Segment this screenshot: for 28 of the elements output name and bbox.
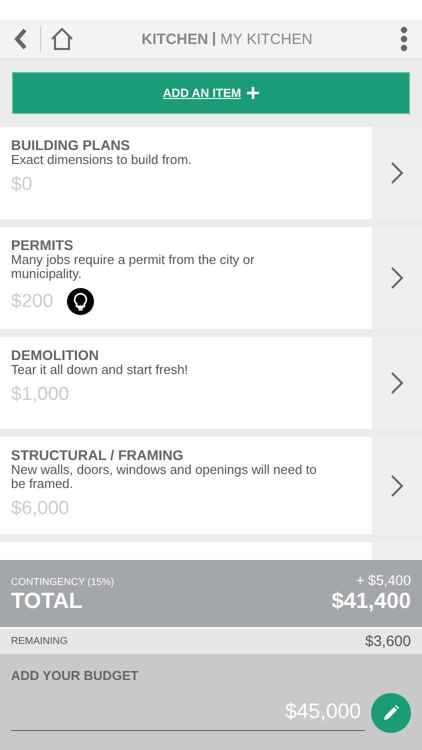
chevron-right-icon[interactable] — [391, 474, 403, 496]
more-icon[interactable] — [400, 26, 408, 52]
contingency-label: CONTINGENCY (15%) — [11, 577, 114, 588]
total-value: $41,400 — [331, 588, 411, 614]
budget-label: ADD YOUR BUDGET — [11, 668, 140, 683]
item-description: Exact dimensions to build from. — [11, 153, 193, 167]
remaining-label: REMAINING — [11, 636, 68, 647]
pencil-icon — [382, 704, 400, 722]
item-description: Many jobs require a permit from the city or municipality. — [11, 253, 256, 281]
chevron-right-icon[interactable] — [391, 267, 403, 289]
chevron-right-icon[interactable] — [391, 162, 403, 184]
total-label: TOTAL — [11, 588, 82, 614]
page-title: KITCHEN — [142, 30, 208, 48]
item-title: STRUCTURAL / FRAMING — [11, 447, 184, 463]
item-description: New walls, doors, windows and openings will need to be framed. — [11, 463, 318, 491]
plus-icon — [247, 87, 260, 99]
page-subtitle: MY KITCHEN — [220, 30, 312, 48]
remaining-value: $3,600 — [365, 633, 411, 650]
edit-button[interactable] — [371, 693, 411, 733]
item-title: BUILDING PLANS — [11, 137, 131, 153]
item-description: Tear it all down and start fresh! — [11, 363, 190, 377]
contingency-value: + $5,400 — [356, 572, 411, 588]
back-icon[interactable] — [14, 28, 28, 50]
chevron-right-icon[interactable] — [391, 372, 403, 394]
item-title: PERMITS — [11, 237, 74, 253]
home-icon[interactable] — [50, 27, 74, 51]
lightbulb-icon[interactable] — [67, 288, 94, 315]
item-title: DEMOLITION — [11, 347, 100, 363]
